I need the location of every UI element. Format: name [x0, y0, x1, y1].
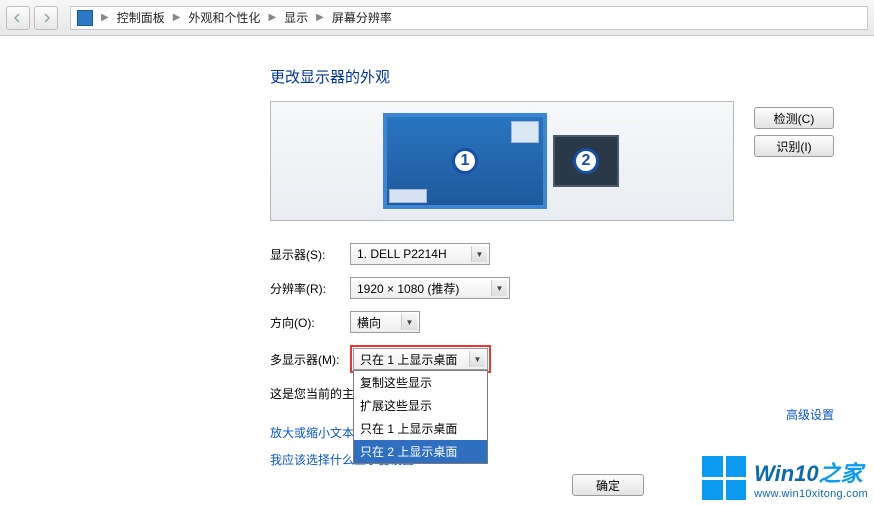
resolution-row: 分辨率(R): 1920 × 1080 (推荐) ▼ [270, 277, 834, 299]
monitor-number: 1 [452, 148, 478, 174]
control-panel-icon [77, 10, 93, 26]
monitor-1[interactable]: 1 [385, 115, 545, 207]
multi-option[interactable]: 扩展这些显示 [354, 394, 487, 417]
display-row: 显示器(S): 1. DELL P2214H ▼ [270, 243, 834, 265]
multi-option[interactable]: 只在 1 上显示桌面 [354, 417, 487, 440]
taskbar-thumb-icon [389, 189, 427, 203]
watermark-text: Win10之家 www.win10xitong.com [754, 456, 868, 500]
display-select[interactable]: 1. DELL P2214H ▼ [350, 243, 490, 265]
breadcrumb-item[interactable]: 屏幕分辨率 [332, 9, 392, 26]
orientation-select[interactable]: 横向 ▼ [350, 311, 420, 333]
identify-button[interactable]: 识别(I) [754, 135, 834, 157]
multi-option-selected[interactable]: 只在 2 上显示桌面 [354, 440, 487, 463]
orientation-row: 方向(O): 横向 ▼ [270, 311, 834, 333]
dialog-buttons: 确定 [572, 474, 644, 496]
monitor-preview[interactable]: 1 2 [270, 101, 734, 221]
ok-button[interactable]: 确定 [572, 474, 644, 496]
page-title: 更改显示器的外观 [270, 66, 834, 87]
watermark-brand-zh: 之家 [819, 461, 863, 486]
breadcrumb-item[interactable]: 外观和个性化 [188, 9, 260, 26]
monitor-number: 2 [573, 148, 599, 174]
detect-button[interactable]: 检测(C) [754, 107, 834, 129]
watermark-brand-en: Win10 [754, 461, 819, 486]
forward-button[interactable] [34, 6, 58, 30]
orientation-label: 方向(O): [270, 314, 350, 331]
chevron-right-icon: ▶ [268, 12, 276, 23]
display-label: 显示器(S): [270, 246, 350, 263]
window-thumb-icon [511, 121, 539, 143]
monitor-2[interactable]: 2 [553, 135, 619, 187]
resolution-value: 1920 × 1080 (推荐) [357, 280, 459, 297]
display-settings-form: 显示器(S): 1. DELL P2214H ▼ 分辨率(R): 1920 × … [270, 243, 834, 468]
back-button[interactable] [6, 6, 30, 30]
orientation-value: 横向 [357, 314, 381, 331]
multi-display-highlight: 只在 1 上显示桌面 ▼ 复制这些显示 扩展这些显示 只在 1 上显示桌面 只在… [350, 345, 491, 373]
watermark-url: www.win10xitong.com [754, 488, 868, 500]
multi-display-row: 多显示器(M): 只在 1 上显示桌面 ▼ 复制这些显示 扩展这些显示 只在 1… [270, 345, 834, 373]
breadcrumb[interactable]: ▶ 控制面板 ▶ 外观和个性化 ▶ 显示 ▶ 屏幕分辨率 [70, 6, 868, 30]
multi-display-dropdown[interactable]: 复制这些显示 扩展这些显示 只在 1 上显示桌面 只在 2 上显示桌面 [353, 370, 488, 464]
windows-logo-icon [702, 456, 746, 500]
multi-display-select[interactable]: 只在 1 上显示桌面 ▼ [353, 348, 488, 370]
breadcrumb-item[interactable]: 控制面板 [117, 9, 165, 26]
zoom-text-link[interactable]: 放大或缩小文本 [270, 426, 354, 440]
resolution-select[interactable]: 1920 × 1080 (推荐) ▼ [350, 277, 510, 299]
content-pane: 更改显示器的外观 1 2 检测(C) 识别(I) 显示器(S): 1. DELL… [0, 36, 874, 488]
chevron-right-icon: ▶ [173, 12, 181, 23]
resolution-label: 分辨率(R): [270, 280, 350, 297]
multi-option[interactable]: 复制这些显示 [354, 371, 487, 394]
address-bar: ▶ 控制面板 ▶ 外观和个性化 ▶ 显示 ▶ 屏幕分辨率 [0, 0, 874, 36]
advanced-settings-link[interactable]: 高级设置 [786, 406, 834, 423]
monitor-preview-row: 1 2 检测(C) 识别(I) [270, 101, 834, 221]
breadcrumb-item[interactable]: 显示 [284, 9, 308, 26]
multi-display-value: 只在 1 上显示桌面 [360, 351, 457, 368]
watermark: Win10之家 www.win10xitong.com [702, 456, 868, 500]
preview-buttons: 检测(C) 识别(I) [754, 101, 834, 157]
multi-display-label: 多显示器(M): [270, 351, 350, 368]
display-value: 1. DELL P2214H [357, 247, 447, 261]
chevron-down-icon: ▼ [491, 280, 507, 296]
chevron-down-icon: ▼ [471, 246, 487, 262]
chevron-down-icon: ▼ [401, 314, 417, 330]
chevron-right-icon: ▶ [101, 12, 109, 23]
chevron-down-icon: ▼ [469, 351, 485, 367]
chevron-right-icon: ▶ [316, 12, 324, 23]
